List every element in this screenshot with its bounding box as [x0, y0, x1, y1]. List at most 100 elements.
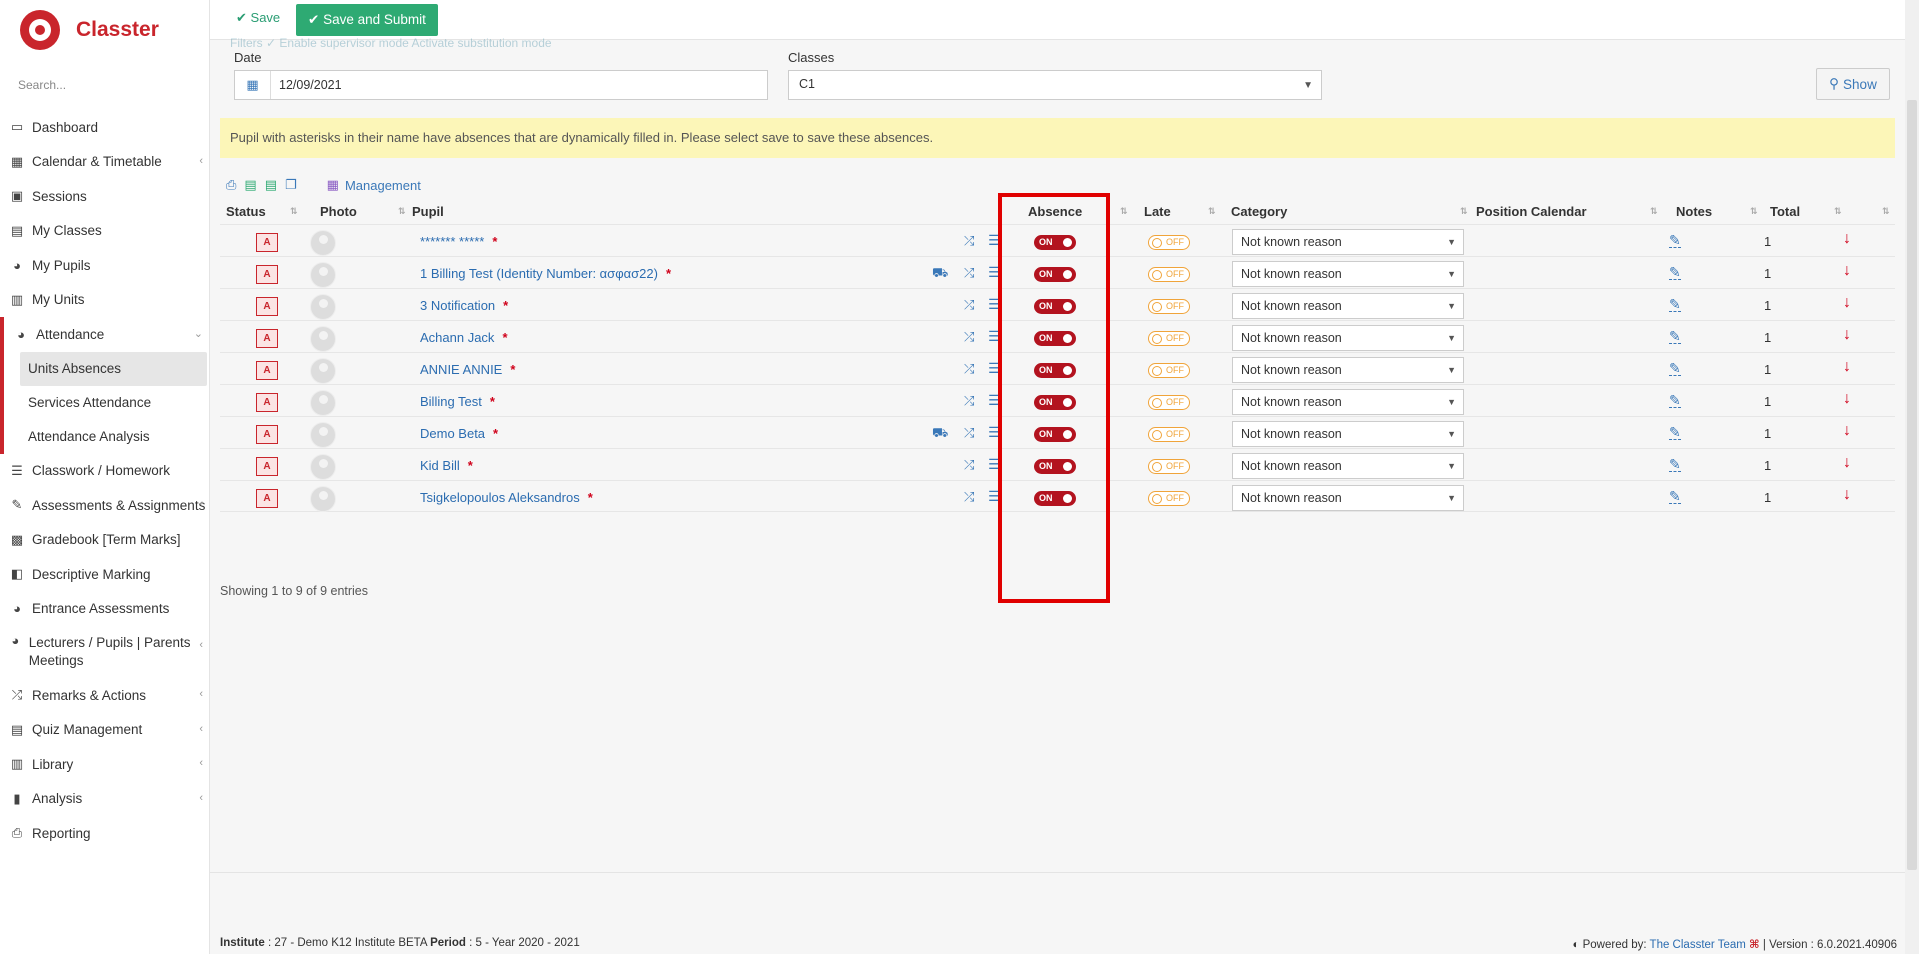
page-scrollbar[interactable]: [1905, 0, 1919, 954]
save-and-submit-button[interactable]: ✔ Save and Submit: [296, 4, 438, 36]
pupil-name-link[interactable]: Tsigkelopoulos Aleksandros *: [420, 490, 593, 505]
status-badge[interactable]: A: [256, 489, 278, 508]
list-icon[interactable]: ☰: [988, 488, 1001, 505]
absence-toggle[interactable]: ON: [1034, 363, 1076, 378]
list-icon[interactable]: ☰: [988, 392, 1001, 409]
column-header-category[interactable]: Category: [1231, 204, 1287, 219]
sidebar-subitem-units-absences[interactable]: Units Absences: [20, 351, 207, 386]
column-header-absence[interactable]: Absence: [1028, 204, 1082, 219]
list-icon[interactable]: ☰: [988, 456, 1001, 473]
absence-toggle[interactable]: ON: [1034, 235, 1076, 250]
csv-export-icon[interactable]: ▤: [265, 177, 277, 193]
notes-edit-icon[interactable]: ✎: [1669, 361, 1681, 376]
column-header-photo[interactable]: Photo: [320, 204, 357, 219]
pupil-name-link[interactable]: 1 Billing Test (Identity Number: ασφασ22…: [420, 266, 671, 281]
absence-toggle[interactable]: ON: [1034, 267, 1076, 282]
notes-edit-icon[interactable]: ✎: [1669, 457, 1681, 472]
shuffle-icon[interactable]: ⤮: [964, 233, 974, 249]
notes-edit-icon[interactable]: ✎: [1669, 425, 1681, 440]
sort-icon[interactable]: ⇅: [1834, 206, 1842, 217]
notes-edit-icon[interactable]: ✎: [1669, 265, 1681, 280]
classes-select[interactable]: C1 ▼: [788, 70, 1322, 100]
print-icon[interactable]: ⎙: [226, 177, 236, 193]
sidebar-item-sessions[interactable]: ▣ Sessions: [0, 179, 209, 214]
sort-icon[interactable]: ⇅: [1460, 206, 1468, 217]
status-badge[interactable]: A: [256, 297, 278, 316]
show-button[interactable]: ⚲ Show: [1816, 68, 1890, 100]
list-icon[interactable]: ☰: [988, 424, 1001, 441]
sidebar-item-reporting[interactable]: ⎙ Reporting: [0, 816, 209, 851]
pupil-name-link[interactable]: Kid Bill *: [420, 458, 473, 473]
pupil-name-link[interactable]: 3 Notification *: [420, 298, 508, 313]
status-badge[interactable]: A: [256, 425, 278, 444]
notes-edit-icon[interactable]: ✎: [1669, 329, 1681, 344]
late-toggle[interactable]: OFF: [1148, 459, 1190, 474]
sidebar-subitem-attendance-analysis[interactable]: Attendance Analysis: [4, 420, 209, 454]
copy-icon[interactable]: ❐: [285, 177, 297, 193]
notes-edit-icon[interactable]: ✎: [1669, 393, 1681, 408]
list-icon[interactable]: ☰: [988, 360, 1001, 377]
arrow-down-icon[interactable]: ↓: [1843, 486, 1851, 504]
arrow-down-icon[interactable]: ↓: [1843, 262, 1851, 280]
arrow-down-icon[interactable]: ↓: [1843, 390, 1851, 408]
sort-icon[interactable]: ⇅: [1208, 206, 1216, 217]
category-select[interactable]: Not known reason ▼: [1232, 421, 1464, 447]
sidebar-item-classwork-homework[interactable]: ☰ Classwork / Homework: [0, 454, 209, 489]
category-select[interactable]: Not known reason ▼: [1232, 261, 1464, 287]
shuffle-icon[interactable]: ⤮: [964, 425, 974, 441]
category-select[interactable]: Not known reason ▼: [1232, 389, 1464, 415]
classter-team-link[interactable]: The Classter Team: [1650, 939, 1746, 951]
sidebar-subitem-services-attendance[interactable]: Services Attendance: [4, 386, 209, 420]
sidebar-item-dashboard[interactable]: ▭ Dashboard: [0, 110, 209, 145]
sort-icon[interactable]: ⇅: [1882, 206, 1890, 217]
category-select[interactable]: Not known reason ▼: [1232, 485, 1464, 511]
late-toggle[interactable]: OFF: [1148, 267, 1190, 282]
status-badge[interactable]: A: [256, 265, 278, 284]
late-toggle[interactable]: OFF: [1148, 363, 1190, 378]
scrollbar-thumb[interactable]: [1907, 100, 1917, 870]
absence-toggle[interactable]: ON: [1034, 427, 1076, 442]
sidebar-item-analysis[interactable]: ▮ Analysis ‹: [0, 782, 209, 817]
status-badge[interactable]: A: [256, 361, 278, 380]
sidebar-item-calendar-timetable[interactable]: ▦ Calendar & Timetable ‹: [0, 145, 209, 180]
absence-toggle[interactable]: ON: [1034, 459, 1076, 474]
column-header-position-calendar[interactable]: Position Calendar: [1476, 204, 1587, 219]
list-icon[interactable]: ☰: [988, 264, 1001, 281]
status-badge[interactable]: A: [256, 457, 278, 476]
management-button[interactable]: ▦ Management: [327, 177, 421, 193]
shuffle-icon[interactable]: ⤮: [964, 457, 974, 473]
sort-icon[interactable]: ⇅: [398, 206, 406, 217]
sidebar-item-descriptive-marking[interactable]: ◧ Descriptive Marking: [0, 557, 209, 592]
list-icon[interactable]: ☰: [988, 232, 1001, 249]
filter-options-strip[interactable]: Filters ✓ Enable supervisor mode Activat…: [230, 36, 552, 50]
notes-edit-icon[interactable]: ✎: [1669, 233, 1681, 248]
late-toggle[interactable]: OFF: [1148, 491, 1190, 506]
shuffle-icon[interactable]: ⤮: [964, 329, 974, 345]
status-badge[interactable]: A: [256, 393, 278, 412]
arrow-down-icon[interactable]: ↓: [1843, 454, 1851, 472]
pupil-name-link[interactable]: ANNIE ANNIE *: [420, 362, 515, 377]
column-header-notes[interactable]: Notes: [1676, 204, 1712, 219]
sort-icon[interactable]: ⇅: [1120, 206, 1128, 217]
list-icon[interactable]: ☰: [988, 296, 1001, 313]
category-select[interactable]: Not known reason ▼: [1232, 229, 1464, 255]
late-toggle[interactable]: OFF: [1148, 427, 1190, 442]
late-toggle[interactable]: OFF: [1148, 235, 1190, 250]
sidebar-item-attendance[interactable]: ◕ Attendance ⌄: [4, 317, 209, 352]
absence-toggle[interactable]: ON: [1034, 395, 1076, 410]
pupil-name-link[interactable]: Achann Jack *: [420, 330, 508, 345]
sidebar-item-entrance-assessments[interactable]: ◕ Entrance Assessments: [0, 592, 209, 627]
sidebar-item-assessments-assignments[interactable]: ✎ Assessments & Assignments ‹: [0, 488, 209, 523]
absence-toggle[interactable]: ON: [1034, 299, 1076, 314]
late-toggle[interactable]: OFF: [1148, 331, 1190, 346]
sidebar-item-my-units[interactable]: ▥ My Units: [0, 283, 209, 318]
arrow-down-icon[interactable]: ↓: [1843, 358, 1851, 376]
bus-icon[interactable]: ⛟: [932, 265, 948, 283]
sort-icon[interactable]: ⇅: [1750, 206, 1758, 217]
arrow-down-icon[interactable]: ↓: [1843, 422, 1851, 440]
arrow-down-icon[interactable]: ↓: [1843, 294, 1851, 312]
absence-toggle[interactable]: ON: [1034, 331, 1076, 346]
sidebar-item-my-pupils[interactable]: ◕ My Pupils: [0, 248, 209, 283]
category-select[interactable]: Not known reason ▼: [1232, 293, 1464, 319]
sidebar-item-remarks-actions[interactable]: ⤮ Remarks & Actions ‹: [0, 678, 209, 713]
